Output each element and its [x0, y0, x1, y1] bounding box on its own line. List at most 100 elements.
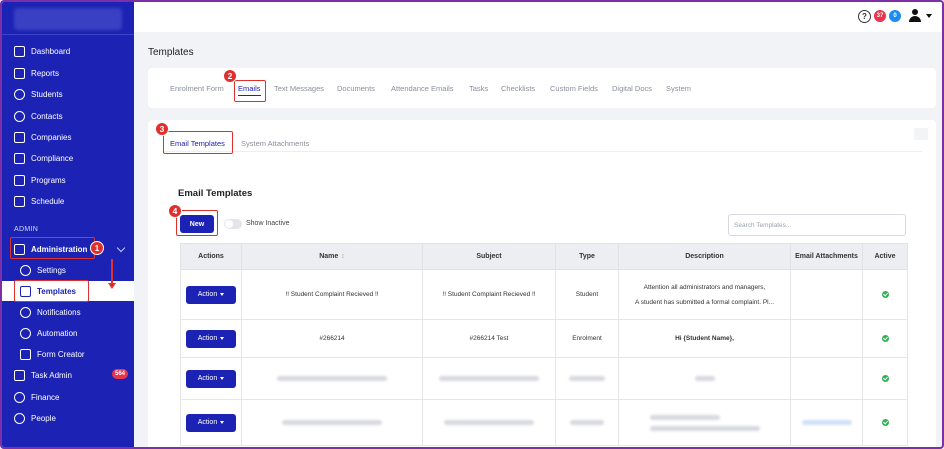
sidebar-item-dashboard[interactable]: Dashboard: [2, 41, 134, 61]
highlight-email-templates-tab: [163, 131, 233, 154]
subject-cell: #266214 Test: [423, 320, 556, 357]
sidebar-item-label: Finance: [31, 392, 60, 402]
sidebar-item-label: Students: [31, 89, 63, 99]
sidebar-item-label: Reports: [31, 68, 60, 78]
sidebar-item-task-admin[interactable]: Task Admin 564: [2, 365, 134, 385]
sidebar-item-contacts[interactable]: Contacts: [2, 106, 134, 126]
attachments-cell: [791, 320, 863, 357]
table-row[interactable]: Action: [180, 400, 908, 446]
sidebar-item-programs[interactable]: Programs: [2, 170, 134, 190]
active-cell: [863, 320, 907, 357]
sidebar-item-label: Contacts: [31, 111, 63, 121]
tab-tasks[interactable]: Tasks: [469, 84, 488, 93]
action-label: Action: [197, 375, 218, 382]
type-cell: [556, 358, 619, 399]
step-marker: 2: [223, 69, 237, 83]
check-icon: [881, 335, 889, 342]
tab-text-messages[interactable]: Text Messages: [274, 84, 324, 93]
action-label: Action: [197, 291, 218, 298]
user-avatar-icon[interactable]: [908, 9, 922, 23]
name-cell: [242, 400, 423, 445]
action-dropdown-button[interactable]: Action: [186, 285, 236, 304]
action-dropdown-button[interactable]: Action: [186, 369, 236, 388]
active-cell: [863, 400, 907, 445]
gear-icon: [20, 264, 31, 276]
list-icon: [14, 369, 25, 381]
attachments-cell: [791, 400, 863, 445]
tab-documents[interactable]: Documents: [337, 84, 375, 93]
subject-cell: !! Student Complaint Recieved !!: [423, 270, 556, 319]
reports-icon: [14, 67, 25, 79]
chevron-down-icon[interactable]: [116, 243, 126, 253]
subtab-system-attachments[interactable]: System Attachments: [241, 139, 309, 148]
collapse-button[interactable]: [914, 128, 928, 140]
sort-icon[interactable]: ↕: [341, 253, 345, 260]
action-dropdown-button[interactable]: Action: [186, 413, 236, 432]
sidebar-item-notifications[interactable]: Notifications: [2, 302, 134, 322]
check-icon: [881, 419, 889, 426]
subject-cell: [423, 400, 556, 445]
tab-custom-fields[interactable]: Custom Fields: [550, 84, 598, 93]
tab-system[interactable]: System: [666, 84, 691, 93]
topbar-icons: ? 37 0: [858, 9, 932, 23]
check-icon: [881, 291, 889, 298]
description-cell: Attention all administrators and manager…: [619, 270, 791, 319]
sidebar-item-people[interactable]: People: [2, 408, 134, 428]
attachments-cell: [791, 270, 863, 319]
finance-icon: [14, 391, 25, 403]
table-row[interactable]: Action !! Student Complaint Recieved !! …: [180, 270, 908, 320]
name-cell: #266214: [242, 320, 423, 357]
active-cell: [863, 270, 907, 319]
tab-enrolment-form[interactable]: Enrolment Form: [170, 84, 224, 93]
caret-down-icon[interactable]: [926, 14, 932, 18]
action-dropdown-button[interactable]: Action: [186, 329, 236, 348]
sidebar-item-form-creator[interactable]: Form Creator: [2, 344, 134, 364]
sidebar-item-schedule[interactable]: Schedule: [2, 191, 134, 211]
actions-cell: Action: [181, 270, 242, 319]
chart-icon: [14, 45, 25, 57]
caret-down-icon: [220, 421, 225, 424]
messages-badge[interactable]: 0: [889, 10, 901, 22]
sidebar-item-students[interactable]: Students: [2, 84, 134, 104]
col-subject: Subject: [423, 244, 556, 269]
contacts-icon: [14, 110, 25, 122]
show-inactive-toggle[interactable]: [224, 219, 242, 229]
app-frame: Dashboard Reports Students Contacts Comp…: [0, 0, 944, 449]
arrow-down-icon: [108, 259, 116, 289]
sidebar-item-finance[interactable]: Finance: [2, 387, 134, 407]
col-name[interactable]: Name ↕: [242, 244, 423, 269]
sidebar-item-settings[interactable]: Settings: [2, 260, 134, 280]
wand-icon: [20, 348, 31, 360]
table-row[interactable]: Action #266214 #266214 Test Enrolment Hi…: [180, 320, 908, 358]
tab-digital-docs[interactable]: Digital Docs: [612, 84, 652, 93]
help-icon[interactable]: ?: [858, 9, 871, 23]
sidebar-item-reports[interactable]: Reports: [2, 63, 134, 83]
table-row[interactable]: Action: [180, 358, 908, 400]
app-logo: [14, 8, 122, 30]
highlight-templates: [14, 280, 89, 302]
step-marker: 4: [168, 204, 182, 218]
sidebar-item-automation[interactable]: Automation: [2, 323, 134, 343]
sidebar-item-label: Compliance: [31, 153, 74, 163]
col-name-label: Name: [319, 253, 339, 260]
highlight-new-button: [176, 210, 218, 236]
sidebar-item-compliance[interactable]: Compliance: [2, 148, 134, 168]
col-actions: Actions: [181, 244, 242, 269]
sidebar-item-companies[interactable]: Companies: [2, 127, 134, 147]
email-templates-panel: Email Templates System Attachments Email…: [148, 120, 936, 447]
programs-icon: [14, 174, 25, 186]
alerts-badge[interactable]: 37: [874, 10, 886, 22]
description-line: A student has submitted a formal complai…: [634, 298, 775, 306]
step-marker: 3: [155, 122, 169, 136]
search-input[interactable]: [728, 214, 906, 236]
caret-down-icon: [220, 377, 225, 380]
calendar-icon: [14, 195, 25, 207]
topbar: ? 37 0: [134, 2, 942, 32]
tab-checklists[interactable]: Checklists: [501, 84, 535, 93]
page-title: Templates: [148, 47, 194, 58]
sidebar-item-label: Settings: [37, 265, 66, 275]
action-label: Action: [197, 335, 218, 342]
tab-attendance-emails[interactable]: Attendance Emails: [391, 84, 454, 93]
attachments-cell: [791, 358, 863, 399]
description-cell: [619, 400, 791, 445]
